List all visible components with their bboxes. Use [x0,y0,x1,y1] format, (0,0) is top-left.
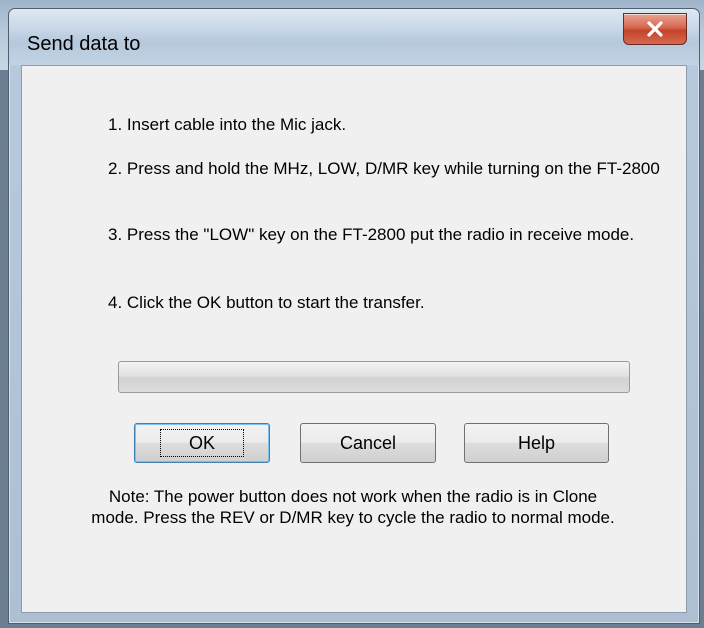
instruction-step-4: 4. Click the OK button to start the tran… [108,293,425,312]
instruction-step-1: 1. Insert cable into the Mic jack. [108,115,347,134]
transfer-progress-bar [118,361,630,393]
dialog-title: Send data to [27,33,141,55]
cancel-button[interactable]: Cancel [300,423,436,463]
clone-mode-note: Note: The power button does not work whe… [91,487,615,527]
close-button[interactable] [623,13,687,45]
title-bar[interactable]: Send data to [9,9,699,65]
dialog-body: 1. Insert cable into the Mic jack. 2. Pr… [21,65,687,613]
help-button[interactable]: Help [464,423,609,463]
ok-button-label: OK [159,429,244,457]
instruction-step-2: 2. Press and hold the MHz, LOW, D/MR key… [108,159,660,178]
ok-button[interactable]: OK [134,423,270,463]
send-data-dialog: Send data to 1. Insert cable into the Mi… [8,8,700,624]
close-icon [647,21,663,37]
instruction-step-3: 3. Press the "LOW" key on the FT-2800 pu… [108,225,635,244]
